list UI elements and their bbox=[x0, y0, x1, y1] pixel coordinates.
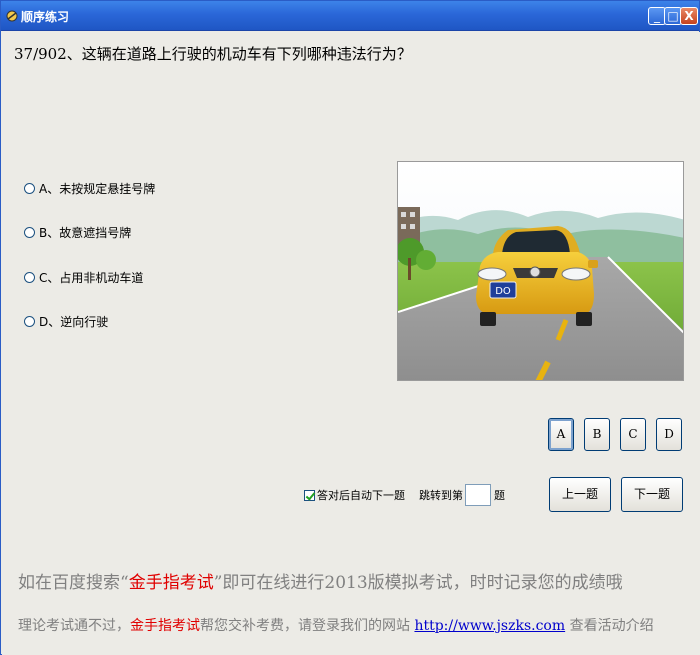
window-title: 顺序练习 bbox=[21, 10, 70, 24]
option-a[interactable]: A、未按规定悬挂号牌 bbox=[24, 180, 155, 196]
radio-icon[interactable] bbox=[24, 182, 35, 194]
option-b[interactable]: B、故意遮挡号牌 bbox=[24, 224, 131, 240]
option-a-label: A、未按规定悬挂号牌 bbox=[39, 181, 156, 196]
jump-question-input[interactable] bbox=[465, 484, 491, 506]
question-image: DO bbox=[397, 161, 684, 381]
option-b-label: B、故意遮挡号牌 bbox=[39, 225, 132, 240]
answer-b-button[interactable]: B bbox=[584, 418, 610, 451]
option-c-label: C、占用非机动车道 bbox=[39, 270, 144, 285]
answer-d-button[interactable]: D bbox=[656, 418, 682, 451]
auto-next-label[interactable]: 答对后自动下一题 bbox=[317, 487, 405, 503]
prev-question-button[interactable]: 上一题 bbox=[549, 477, 611, 512]
option-d-label: D、逆向行驶 bbox=[39, 314, 109, 329]
promo-line-2: 理论考试通不过，金手指考试帮您交补考费，请登录我们的网站 http://www.… bbox=[18, 615, 654, 635]
promo-text: 帮您交补考费，请登录我们的网站 bbox=[200, 618, 415, 634]
next-question-button[interactable]: 下一题 bbox=[621, 477, 683, 512]
title-bar[interactable]: 顺序练习 _ □ X bbox=[1, 1, 699, 31]
question-text: 37/902、这辆在道路上行驶的机动车有下列哪种违法行为？ bbox=[14, 45, 412, 63]
app-window: 顺序练习 _ □ X 37/902、这辆在道路上行驶的机动车有下列哪种违法行为？… bbox=[0, 0, 700, 655]
radio-icon[interactable] bbox=[24, 226, 35, 238]
brand-name: 金手指考试 bbox=[130, 618, 200, 634]
promo-line-1: 如在百度搜索“金手指考试”即可在线进行2013版模拟考试，时时记录您的成绩哦 bbox=[18, 568, 623, 593]
option-c[interactable]: C、占用非机动车道 bbox=[24, 269, 143, 285]
app-icon bbox=[6, 10, 18, 22]
radio-icon[interactable] bbox=[24, 271, 35, 283]
main-panel: 37/902、这辆在道路上行驶的机动车有下列哪种违法行为？ A、未按规定悬挂号牌… bbox=[2, 32, 700, 655]
auto-next-row: 答对后自动下一题 跳转到第 题 bbox=[304, 484, 505, 506]
answer-a-button[interactable]: A bbox=[548, 418, 574, 451]
promo-text: 理论考试通不过， bbox=[18, 618, 130, 634]
answer-c-button[interactable]: C bbox=[620, 418, 646, 451]
radio-icon[interactable] bbox=[24, 315, 35, 327]
license-plate: DO bbox=[495, 286, 511, 297]
website-link[interactable]: http://www.jszks.com bbox=[414, 618, 565, 634]
jump-suffix-label: 题 bbox=[494, 489, 505, 502]
auto-next-checkbox[interactable] bbox=[304, 489, 315, 501]
brand-name: 金手指考试 bbox=[128, 573, 214, 593]
promo-text: 查看活动介绍 bbox=[565, 618, 654, 634]
promo-text: 如在百度搜索“ bbox=[18, 573, 129, 593]
option-d[interactable]: D、逆向行驶 bbox=[24, 313, 108, 329]
promo-text: ”即可在线进行2013版模拟考试，时时记录您的成绩哦 bbox=[213, 573, 623, 593]
jump-prefix-label: 跳转到第 bbox=[419, 489, 463, 502]
close-button[interactable]: X bbox=[680, 7, 698, 25]
